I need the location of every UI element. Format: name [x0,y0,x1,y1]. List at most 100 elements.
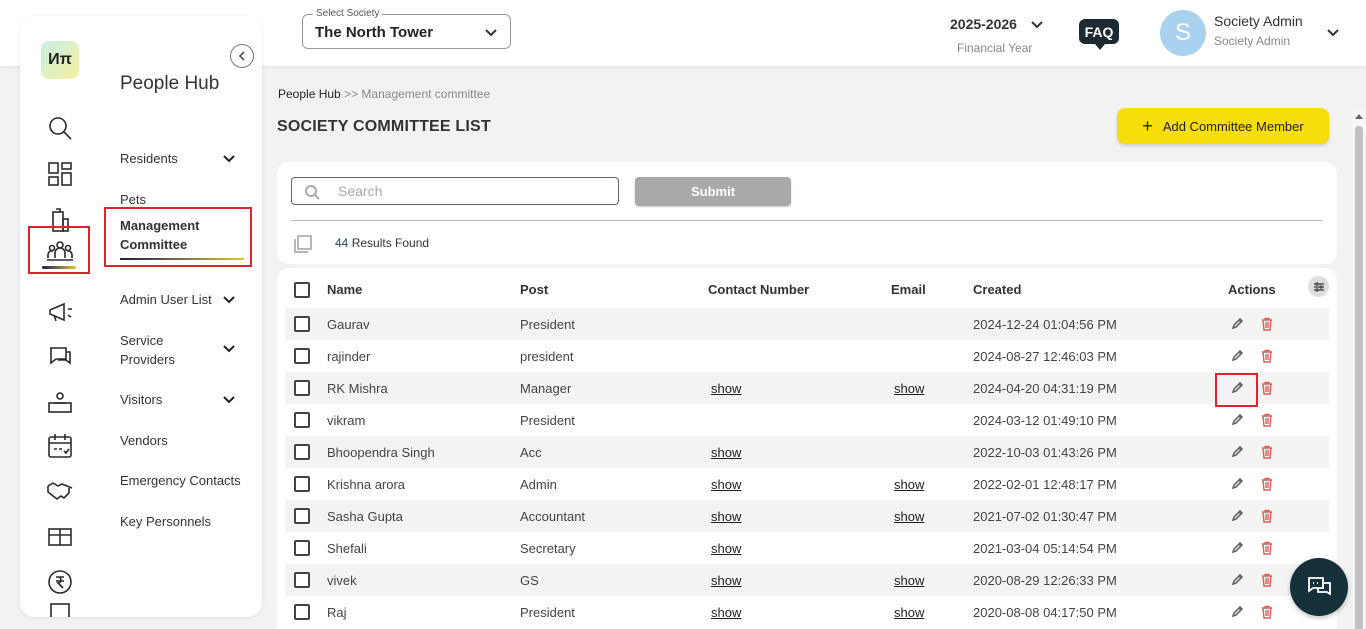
handshake-icon[interactable] [44,474,76,506]
delete-icon[interactable] [1260,509,1274,523]
edit-icon[interactable] [1230,317,1244,331]
row-checkbox[interactable] [294,540,310,556]
user-profile-menu[interactable]: S Society Admin Society Admin [1160,10,1350,56]
row-checkbox[interactable] [294,476,310,492]
copy-icon[interactable] [293,234,313,254]
delete-icon[interactable] [1260,381,1274,395]
edit-icon[interactable] [1230,541,1244,555]
column-header-created[interactable]: Created [973,282,1021,297]
row-checkbox[interactable] [294,380,310,396]
row-checkbox[interactable] [294,604,310,620]
column-settings-icon[interactable] [1308,276,1329,297]
sidebar-item-residents[interactable]: Residents [120,149,260,168]
delete-icon[interactable] [1260,445,1274,459]
email-show-link[interactable]: show [894,573,924,588]
edit-icon[interactable] [1230,445,1244,459]
sidebar-item-label: Key Personnels [120,514,212,529]
chat-icon[interactable] [44,340,76,372]
search-icon[interactable] [44,112,76,144]
row-checkbox[interactable] [294,444,310,460]
financial-year-selector[interactable]: 2025-2026 Financial Year [950,16,1050,55]
edit-icon[interactable] [1230,477,1244,491]
contact-show-link[interactable]: show [711,477,741,492]
delete-icon[interactable] [1260,541,1274,555]
helpdesk-icon[interactable] [44,386,76,418]
breadcrumb-root[interactable]: People Hub [278,87,341,101]
rupee-icon[interactable] [44,566,76,598]
column-header-name[interactable]: Name [327,282,362,297]
cell-post: Secretary [520,541,576,556]
column-header-email[interactable]: Email [891,282,926,297]
add-committee-member-button[interactable]: + Add Committee Member [1117,108,1329,144]
more-icon[interactable] [44,600,76,617]
edit-icon[interactable] [1230,509,1244,523]
email-show-link[interactable]: show [894,605,924,620]
delete-icon[interactable] [1260,413,1274,427]
page-scrollbar[interactable] [1352,110,1366,629]
delete-icon[interactable] [1260,477,1274,491]
faq-button[interactable]: FAQ [1079,19,1119,50]
contact-show-link[interactable]: show [711,381,741,396]
column-header-post[interactable]: Post [520,282,548,297]
society-select[interactable]: Select Society The North Tower [302,8,511,49]
email-show-link[interactable]: show [894,477,924,492]
email-show-link[interactable]: show [894,509,924,524]
cell-name: vikram [327,413,366,428]
search-field[interactable] [291,177,619,205]
sidebar-item-key-personnels[interactable]: Key Personnels [120,512,260,531]
cell-name: rajinder [327,349,371,364]
column-header-contact[interactable]: Contact Number [708,282,809,297]
table-row: vikram President 2024-03-12 01:49:10 PM [285,404,1329,436]
scrollbar-thumb[interactable] [1355,126,1363,629]
row-checkbox[interactable] [294,412,310,428]
cell-created: 2022-02-01 12:48:17 PM [973,477,1117,492]
edit-icon[interactable] [1230,349,1244,363]
sidebar-item-emergency-contacts[interactable]: Emergency Contacts [120,471,260,490]
contact-show-link[interactable]: show [711,445,741,460]
search-icon [305,185,320,200]
dashboard-icon[interactable] [44,158,76,190]
sidebar-item-vendors[interactable]: Vendors [120,431,260,450]
society-select-value: The North Tower [315,24,434,41]
submit-button[interactable]: Submit [635,177,791,206]
contact-show-link[interactable]: show [711,573,741,588]
row-checkbox[interactable] [294,508,310,524]
search-input[interactable] [338,181,598,201]
sidebar-item-service-providers[interactable]: Service Providers [120,331,235,369]
cell-created: 2024-12-24 01:04:56 PM [973,317,1117,332]
sidebar-item-label: Management Committee [120,218,200,252]
edit-icon[interactable] [1230,573,1244,587]
edit-icon[interactable] [1230,605,1244,619]
select-all-checkbox[interactable] [294,282,310,298]
email-show-link[interactable]: show [894,381,924,396]
active-rail-underline [42,266,76,269]
contact-show-link[interactable]: show [711,541,741,556]
collapse-sidebar-button[interactable] [230,44,254,68]
delete-icon[interactable] [1260,317,1274,331]
contact-show-link[interactable]: show [711,605,741,620]
cell-created: 2020-08-29 12:26:33 PM [973,573,1117,588]
calendar-icon[interactable] [44,430,76,462]
app-logo[interactable]: Иπ [41,41,79,79]
row-checkbox[interactable] [294,348,310,364]
sidebar-item-visitors[interactable]: Visitors [120,390,260,409]
package-icon[interactable] [44,520,76,552]
chevron-down-icon [222,341,236,355]
row-checkbox[interactable] [294,316,310,332]
sidebar-item-admin-user-list[interactable]: Admin User List [120,290,260,309]
results-label: Results Found [351,236,430,250]
chat-support-button[interactable] [1290,558,1348,616]
contact-show-link[interactable]: show [711,509,741,524]
edit-icon[interactable] [1230,413,1244,427]
cell-name: Raj [327,605,347,620]
row-checkbox[interactable] [294,572,310,588]
cell-post: President [520,317,575,332]
delete-icon[interactable] [1260,573,1274,587]
scroll-up-arrow[interactable] [1355,114,1363,119]
delete-icon[interactable] [1260,605,1274,619]
table-row: Shefali Secretary show 2021-03-04 05:14:54 … [285,532,1329,564]
megaphone-icon[interactable] [44,296,76,328]
sidebar-item-management-committee[interactable]: Management Committee [104,207,252,267]
delete-icon[interactable] [1260,349,1274,363]
sidebar-item-label: Service Providers [120,333,175,367]
